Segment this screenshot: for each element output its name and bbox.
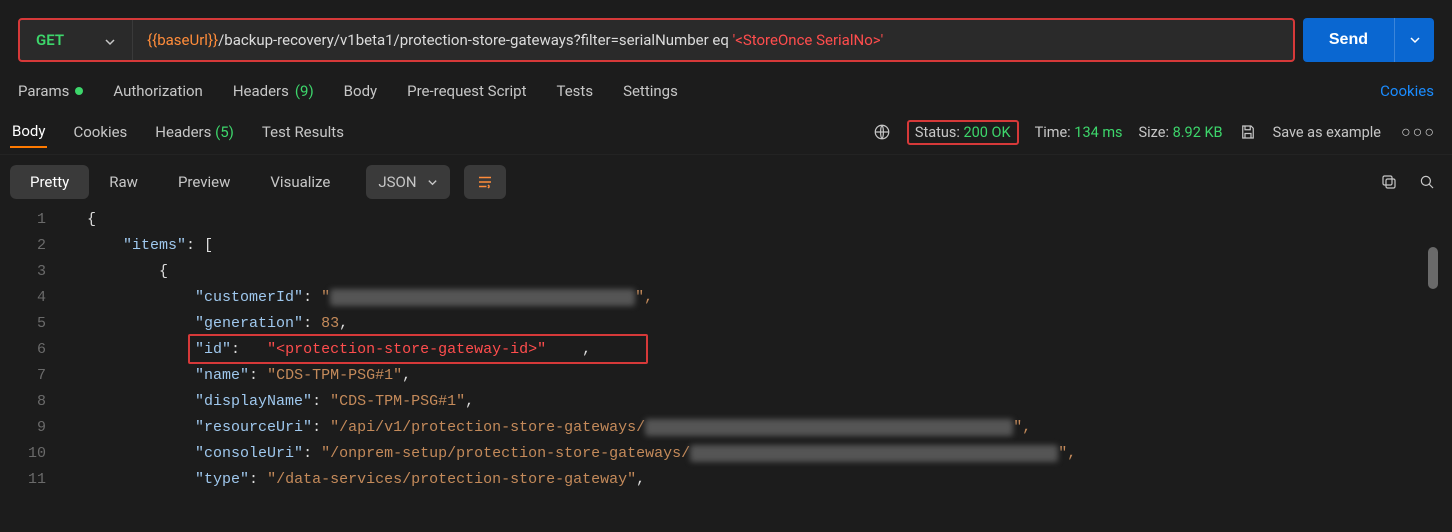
tab-prerequest[interactable]: Pre-request Script [407,82,526,100]
code-token: ", [1058,445,1076,462]
code-token: "generation" [195,315,303,332]
view-tabs: Pretty Raw Preview Visualize [10,165,350,199]
url-variable: {{baseUrl}} [147,31,218,49]
tab-headers-count: (9) [295,82,314,100]
view-tab-preview[interactable]: Preview [158,165,250,199]
save-example-button[interactable]: Save as example [1273,124,1381,141]
view-tab-raw[interactable]: Raw [89,165,158,199]
code-token: "/onprem-setup/protection-store-gateways… [321,445,690,462]
format-select-label: JSON [378,173,416,191]
send-button-group: Send [1303,18,1434,62]
code-token: "resourceUri" [195,419,312,436]
send-dropdown-button[interactable] [1394,18,1434,62]
code-token: "type" [195,471,249,488]
search-icon[interactable] [1412,167,1442,197]
globe-icon[interactable] [873,123,891,141]
tab-authorization[interactable]: Authorization [113,82,202,100]
view-tab-pretty[interactable]: Pretty [10,165,89,199]
code-token: { [159,263,168,280]
green-dot-icon [75,87,83,95]
response-header: Body Cookies Headers (5) Test Results St… [0,110,1452,155]
copy-icon[interactable] [1374,167,1404,197]
resp-tab-test-results[interactable]: Test Results [260,117,346,147]
resp-tab-headers-label: Headers [155,123,211,141]
line-number: 1 [0,207,46,233]
scrollbar-thumb[interactable] [1428,247,1438,289]
save-icon[interactable] [1239,123,1257,141]
time-meta: Time: 134 ms [1035,124,1123,141]
cookies-link[interactable]: Cookies [1380,82,1434,100]
size-label: Size: [1139,124,1169,141]
send-button[interactable]: Send [1303,18,1394,62]
code-token: "/data-services/protection-store-gateway… [267,471,636,488]
response-meta: Status: 200 OK Time: 134 ms Size: 8.92 K… [873,120,1440,145]
request-bar: GET {{baseUrl}}/backup-recovery/v1beta1/… [0,0,1452,74]
view-tab-visualize[interactable]: Visualize [250,165,350,199]
tab-body[interactable]: Body [344,82,377,100]
line-number: 2 [0,233,46,259]
redacted-value: xxxxxxxxxxxxxxxxxxxxxxxxxxxxxxxxxxxxxxxx [690,445,1058,462]
code-token: ", [635,289,653,306]
status-value: 200 OK [963,124,1010,141]
code-token: "items" [123,237,186,254]
url-input[interactable]: {{baseUrl}}/backup-recovery/v1beta1/prot… [133,31,1293,49]
line-number: 11 [0,467,46,493]
redacted-value: xxxxxxxxxxxxxxxxxxxxxxxxxxxxxxxxx [330,289,635,306]
code-token: "displayName" [195,393,312,410]
code-token: "CDS-TPM-PSG#1" [267,367,402,384]
time-label: Time: [1035,124,1071,141]
size-value: 8.92 KB [1173,124,1223,141]
status-label: Status: [915,124,960,141]
code-token: "name" [195,367,249,384]
line-number: 10 [0,441,46,467]
tab-headers-label: Headers [233,82,289,100]
code-token: "/api/v1/protection-store-gateways/ [330,419,645,436]
size-meta: Size: 8.92 KB [1139,124,1223,141]
code-token: ", [1013,419,1031,436]
method-url-container: GET {{baseUrl}}/backup-recovery/v1beta1/… [18,18,1295,62]
redacted-value: xxxxxxxxxxxxxxxxxxxxxxxxxxxxxxxxxxxxxxxx [645,419,1013,436]
chevron-down-icon [104,34,116,46]
resp-tab-cookies[interactable]: Cookies [71,117,129,147]
code-content: { "items": [ { "customerId": "xxxxxxxxxx… [60,207,1452,507]
resp-tab-headers[interactable]: Headers (5) [153,117,236,147]
method-selector[interactable]: GET [20,20,133,60]
view-row: Pretty Raw Preview Visualize JSON [0,155,1452,207]
request-tabs: Params Authorization Headers (9) Body Pr… [0,74,1452,110]
line-number: 3 [0,259,46,285]
code-token: " [321,289,330,306]
method-label: GET [36,31,64,49]
line-number: 7 [0,363,46,389]
code-token: "CDS-TPM-PSG#1" [330,393,465,410]
code-token: { [87,211,96,228]
code-token: : [ [186,237,213,254]
line-gutter: 1 2 3 4 5 6 7 8 9 10 11 [0,207,60,507]
line-number: 8 [0,389,46,415]
tab-params-label: Params [18,82,69,100]
line-number: 9 [0,415,46,441]
url-path: /backup-recovery/v1beta1/protection-stor… [218,31,732,49]
code-token: "consoleUri" [195,445,303,462]
tab-headers[interactable]: Headers (9) [233,82,314,100]
tab-params[interactable]: Params [18,82,83,100]
format-select[interactable]: JSON [366,165,449,199]
line-number: 6 [0,337,46,363]
url-placeholder: '<StoreOnce SerialNo>' [733,31,884,49]
time-value: 134 ms [1074,124,1122,141]
more-icon[interactable]: ○○○ [1397,122,1440,142]
code-token: "customerId" [195,289,303,306]
tab-tests[interactable]: Tests [556,82,593,100]
line-number: 5 [0,311,46,337]
highlight-box-id [188,334,648,364]
response-body[interactable]: 1 2 3 4 5 6 7 8 9 10 11 { "items": [ { "… [0,207,1452,507]
tab-settings[interactable]: Settings [623,82,678,100]
line-number: 4 [0,285,46,311]
code-token: 83 [321,315,339,332]
resp-tab-body[interactable]: Body [10,116,47,148]
status-badge: Status: 200 OK [907,120,1019,145]
wrap-button[interactable] [464,165,506,199]
resp-tab-headers-count: (5) [215,123,234,141]
